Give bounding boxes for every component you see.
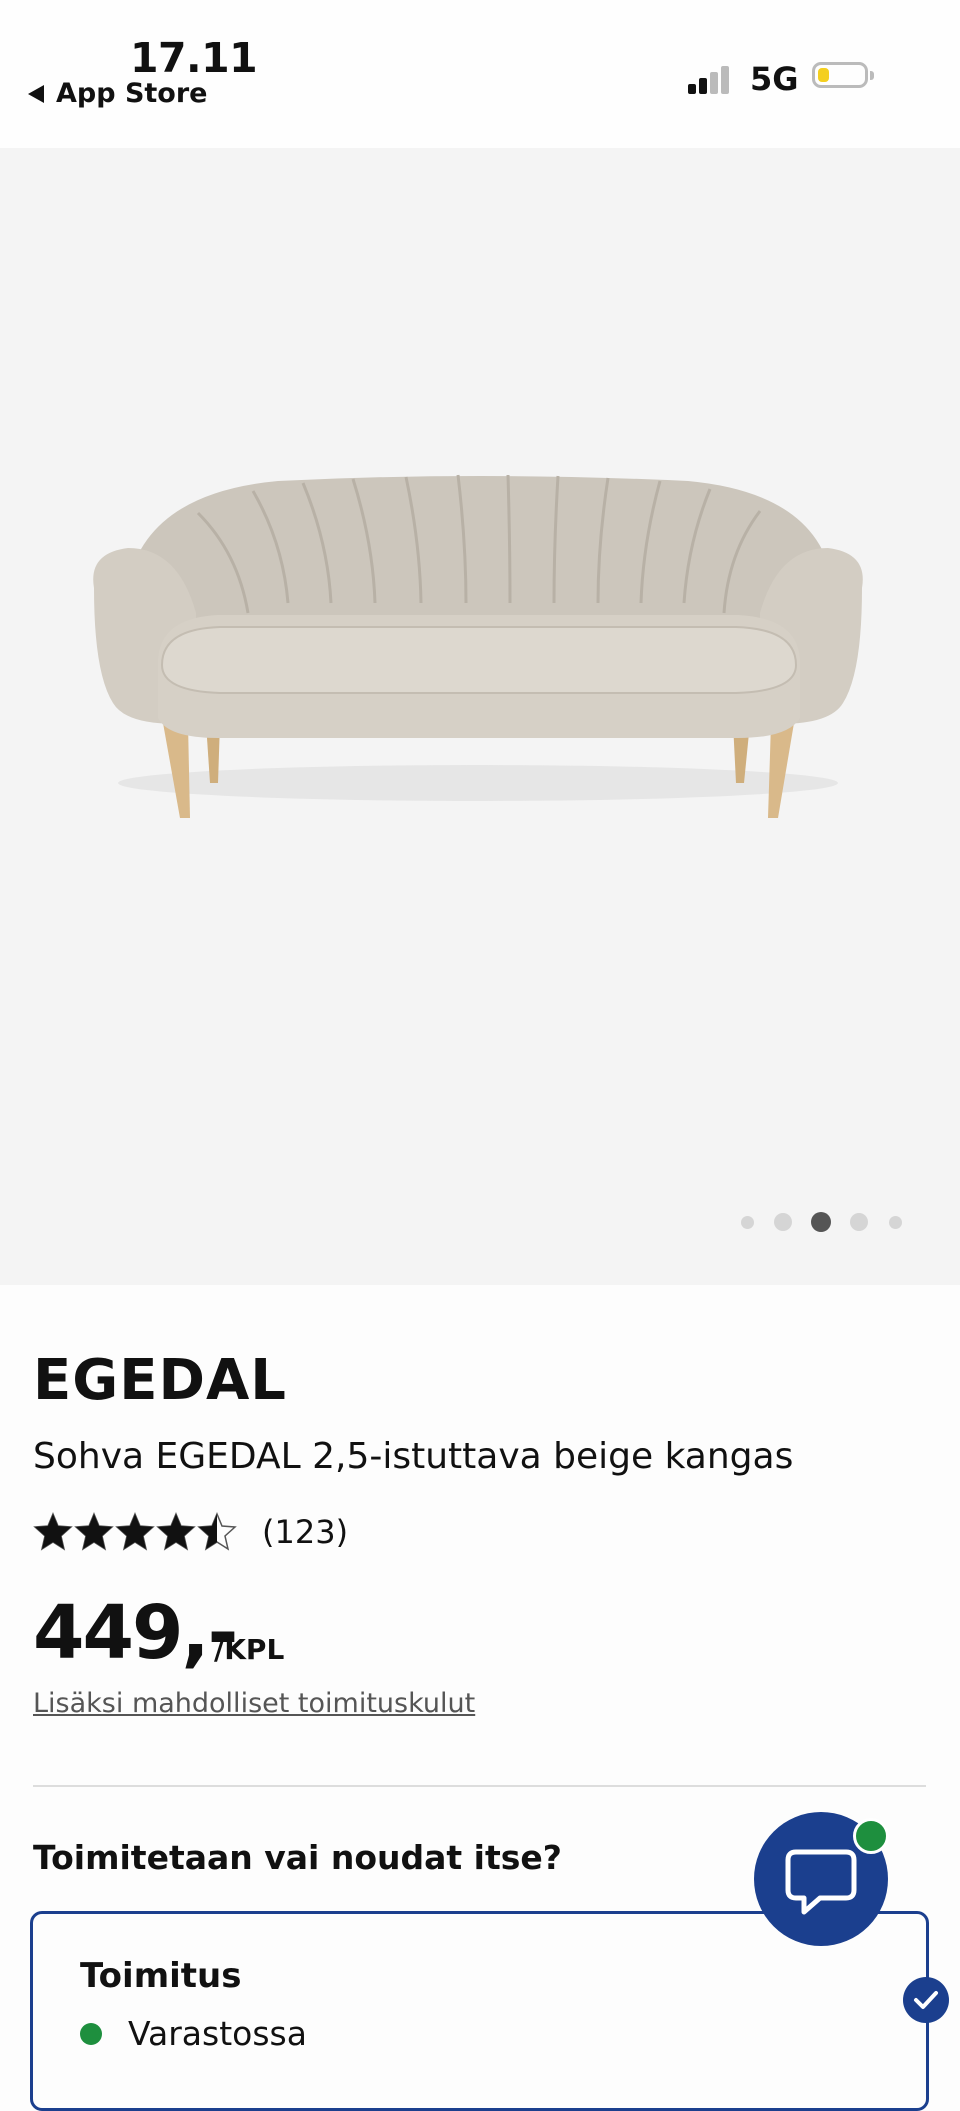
checkmark-icon [903,1977,949,2023]
fulfillment-question: Toimitetaan vai noudat itse? [33,1838,562,1877]
battery-icon [812,62,874,88]
product-name: EGEDAL [33,1348,287,1413]
product-description: Sohva EGEDAL 2,5-istuttava beige kangas [33,1436,794,1477]
carousel-dot[interactable] [740,1215,754,1229]
back-label: App Store [56,78,208,109]
status-time: 17.11 [130,34,258,82]
chat-online-badge [853,1818,889,1854]
sofa-image [93,474,863,818]
price-unit: /KPL [214,1633,285,1666]
star-icon [115,1512,155,1551]
carousel-dot[interactable] [811,1212,831,1232]
stock-status-label: Varastossa [128,2014,307,2053]
shipping-costs-link[interactable]: Lisäksi mahdolliset toimituskulut [33,1688,475,1719]
product-image-carousel[interactable] [0,148,960,1285]
back-to-app-store[interactable]: App Store [28,78,207,109]
stock-status: Varastossa [80,2014,307,2053]
carousel-dot[interactable] [774,1213,792,1231]
carousel-indicator [0,1207,960,1237]
star-icon [156,1512,196,1551]
product-price: 449,- [33,1590,238,1676]
divider [33,1785,926,1787]
signal-icon [688,64,734,94]
carousel-dot[interactable] [888,1215,902,1229]
review-count: (123) [262,1513,349,1551]
star-icon [74,1512,114,1551]
star-icon [33,1512,73,1551]
status-bar: 17.11 App Store 5G [0,0,960,148]
rating[interactable]: (123) [33,1512,348,1552]
network-type: 5G [750,60,799,98]
delivery-option-title: Toimitus [80,1956,242,1996]
in-stock-dot-icon [80,2022,102,2045]
back-arrow-icon [28,84,44,103]
star-icon [197,1512,237,1551]
carousel-dot[interactable] [850,1213,868,1231]
